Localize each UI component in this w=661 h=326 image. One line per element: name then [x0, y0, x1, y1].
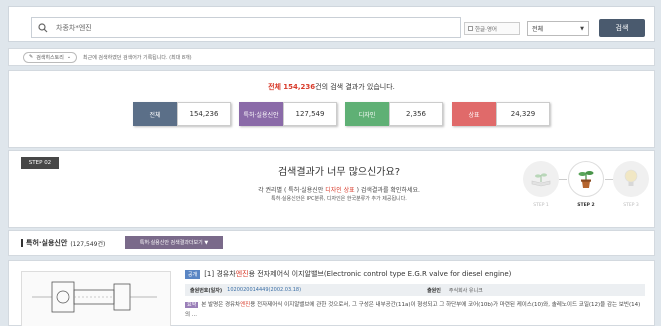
stat-value: 2,356	[389, 102, 443, 126]
stat-trademark[interactable]: 상표 24,329	[452, 102, 550, 126]
abstract-b: 용 전자제어식 이지알밸브에 관한 것으로서, 그 구성은 내부공간(11a)이…	[185, 302, 641, 318]
search-icon	[38, 22, 48, 32]
notice-title: 검색결과가 너무 많으신가요?	[277, 167, 401, 178]
stat-patent[interactable]: 특허·실용신안 127,549	[239, 102, 337, 126]
application-number-label: 출원번호(일자)	[190, 287, 223, 294]
more-results-button[interactable]: 특허·실용신안 검색결과더보기 ▼	[125, 236, 223, 249]
applicant-label: 출원인	[427, 287, 441, 294]
result-item: 공개 [1] 경유차엔진용 전자제어식 이지알밸브(Electronic con…	[8, 260, 655, 326]
summary-total: 154,236	[283, 83, 316, 91]
result-title-b: 용 전자제어식 이지알밸브(Electronic control type E.…	[248, 270, 512, 278]
stat-label: 전체	[133, 102, 177, 126]
notice-line2: 특허·실용신안은 IPC분류, 디자인은 한국분류가 추가 제공됩니다.	[271, 196, 407, 202]
search-input[interactable]: 차종차*엔진	[31, 17, 461, 38]
publication-kind-badge: 공개	[185, 269, 201, 279]
step-label: STEP 3	[623, 203, 639, 208]
stat-design[interactable]: 디자인 2,356	[345, 102, 443, 126]
stat-all[interactable]: 전체 154,236	[133, 102, 231, 126]
chevron-down-icon: ⌄	[66, 54, 72, 60]
step-tag: STEP 02	[21, 157, 59, 169]
stat-value: 154,236	[177, 102, 231, 126]
scope-select-value: 전체	[532, 26, 544, 33]
step-connector	[559, 179, 567, 180]
abstract-highlight: 엔진	[240, 302, 251, 308]
patent-section-header: 특허·실용신안 (127,549건) 특허·실용신안 검색결과더보기 ▼	[8, 230, 655, 256]
book-plant-icon	[523, 161, 559, 197]
section-title-text: 특허·실용신안	[26, 239, 68, 247]
results-summary: 전체 154,236건의 검색 결과가 있습니다.	[9, 82, 654, 92]
step-progress: STEP 1 STEP 2 STEP 3	[521, 157, 651, 225]
history-chip-label: 검색히스토리	[36, 54, 64, 61]
section-marker	[21, 239, 23, 247]
search-query-text: 차종차*엔진	[56, 23, 92, 32]
step-label-active: STEP 2	[577, 203, 595, 208]
stat-label: 상표	[452, 102, 496, 126]
result-title-highlight: 엔진	[235, 270, 249, 278]
step-connector	[605, 179, 613, 180]
search-panel: 차종차*엔진 한글·영어 전체 ▼ 검색	[8, 6, 655, 42]
notice-line1: 각 권리별 ( 특허·실용신안 디자인 상표 ) 검색결과를 확인하세요.	[189, 185, 489, 194]
search-history-bar: ✎ 검색히스토리 ⌄ 최근에 검색하였던 검색어가 기록됩니다. (최대 8개)	[8, 48, 655, 66]
abstract-badge: 요약	[185, 302, 199, 308]
step-label: STEP 1	[533, 203, 549, 208]
application-number-value[interactable]: 1020020014449(2002.03.18)	[227, 287, 301, 293]
checkbox-icon	[468, 26, 473, 31]
summary-prefix: 전체	[268, 83, 281, 91]
result-meta-row: 출원번호(일자) 1020020014449(2002.03.18) 출원인 주…	[185, 284, 645, 296]
result-title[interactable]: [1] 경유차엔진용 전자제어식 이지알밸브(Electronic contro…	[204, 269, 511, 279]
section-title: 특허·실용신안 (127,549건)	[21, 238, 105, 248]
notice-line1-b: ) 검색결과를 확인하세요.	[356, 187, 420, 194]
search-button[interactable]: 검색	[599, 19, 645, 37]
results-summary-panel: 전체 154,236건의 검색 결과가 있습니다. 전체 154,236 특허·…	[8, 70, 655, 148]
too-many-results-panel: STEP 02 검색결과가 너무 많으신가요? 각 권리별 ( 특허·실용신안 …	[8, 150, 655, 228]
notice-line1-a: 각 권리별 ( 특허·실용신안	[258, 187, 324, 194]
language-option-label: 한글·영어	[475, 26, 497, 33]
applicant-value: 주식회사 유니크	[448, 287, 483, 294]
stat-value: 24,329	[496, 102, 550, 126]
light-bulb-icon	[613, 161, 649, 197]
caret-down-icon: ▼	[580, 25, 584, 32]
stat-value: 127,549	[283, 102, 337, 126]
result-title-a: 경유차	[216, 270, 236, 278]
history-hint-text: 최근에 검색하였던 검색어가 기록됩니다. (최대 8개)	[83, 54, 192, 61]
history-edit-icon: ✎	[29, 54, 34, 60]
potted-plant-icon	[568, 161, 604, 197]
notice-line1-highlight: 디자인 상표	[325, 187, 355, 194]
stat-label: 특허·실용신안	[239, 102, 283, 126]
scope-select[interactable]: 전체 ▼	[527, 21, 589, 36]
section-count: (127,549건)	[70, 240, 106, 248]
result-title-row: 공개 [1] 경유차엔진용 전자제어식 이지알밸브(Electronic con…	[185, 269, 511, 279]
summary-suffix: 건의 검색 결과가 있습니다.	[315, 83, 395, 91]
drawing-thumbnail[interactable]	[21, 271, 171, 326]
history-toggle-chip[interactable]: ✎ 검색히스토리 ⌄	[23, 51, 78, 63]
language-option-checkbox[interactable]: 한글·영어	[464, 22, 520, 35]
result-index: [1]	[204, 270, 215, 278]
stat-label: 디자인	[345, 102, 389, 126]
result-abstract: 요약 본 발명은 경유차엔진용 전자제어식 이지알밸브에 관한 것으로서, 그 구…	[185, 300, 645, 320]
abstract-a: 본 발명은 경유차	[201, 302, 241, 308]
